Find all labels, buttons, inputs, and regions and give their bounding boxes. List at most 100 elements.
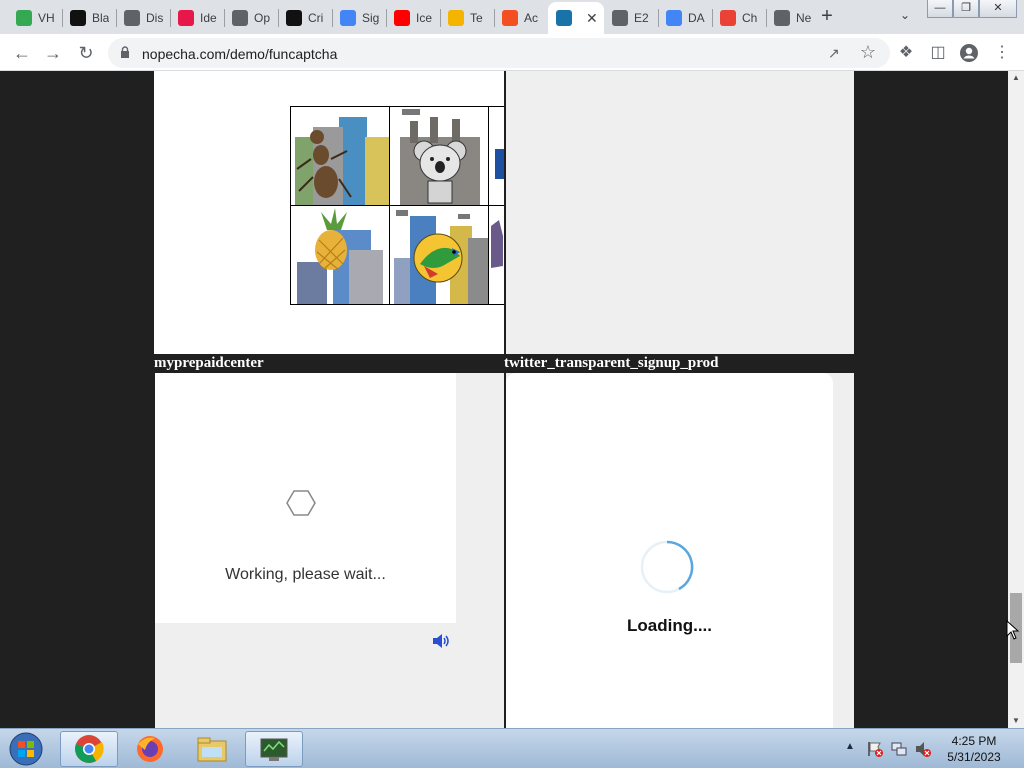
tab-13[interactable]: DA [658, 4, 712, 32]
tab-5[interactable]: Op [224, 4, 278, 32]
captcha-image-grid [290, 106, 504, 306]
ide-icon [178, 10, 194, 26]
url-text[interactable]: nopecha.com/demo/funcaptcha [142, 46, 337, 62]
chromium-icon [774, 10, 790, 26]
robot-icon [556, 10, 572, 26]
windows-start-button[interactable] [4, 731, 48, 767]
youtube-icon [394, 10, 410, 26]
google-icon [340, 10, 356, 26]
loading-box: Loading.... [506, 373, 833, 728]
new-tab-button[interactable]: + [816, 6, 838, 28]
medium-icon [286, 10, 302, 26]
side-panel-icon[interactable]: ◫ [928, 43, 948, 63]
tab-2[interactable]: Bla [62, 4, 116, 32]
tab-title: Bla [92, 11, 110, 25]
scroll-up-arrow-icon[interactable]: ▲ [1008, 73, 1024, 83]
tab-title: DA [688, 11, 705, 25]
reload-button[interactable]: ↻ [74, 41, 98, 65]
panel-label-myprepaidcenter: myprepaidcenter [154, 355, 264, 371]
tab-title: Te [470, 11, 483, 25]
tab-12[interactable]: E2 [604, 4, 658, 32]
working-status-text: Working, please wait... [225, 566, 386, 583]
taskbar-firefox[interactable] [121, 731, 179, 767]
hand-icon [448, 10, 464, 26]
tab-search-chevron-icon[interactable]: ⌄ [896, 8, 914, 26]
tab-10[interactable]: Ac [494, 4, 548, 32]
rainbow-icon [720, 10, 736, 26]
tab-title: Ice [416, 11, 433, 25]
captcha-cell-parrot[interactable] [389, 205, 489, 305]
taskbar-file-explorer[interactable] [183, 731, 241, 767]
back-button[interactable]: ← [10, 41, 34, 65]
action-center-flag-icon[interactable] [866, 740, 884, 758]
forward-button[interactable]: → [41, 41, 65, 65]
browser-toolbar: ← → ↻ nopecha.com/demo/funcaptcha ↗ ☆ ❖ … [0, 34, 1024, 71]
profile-avatar-icon[interactable] [959, 43, 979, 63]
firefox-icon [137, 736, 163, 762]
tab-title: Dis [146, 11, 164, 25]
tab-close-icon[interactable]: ✕ [586, 10, 598, 27]
mouse-cursor-icon [1006, 620, 1020, 640]
captcha-panel-myprepaidcenter [154, 71, 504, 354]
tab-title: Ide [200, 11, 217, 25]
clock-date[interactable]: 5/31/2023 [930, 750, 1018, 764]
menu-kebab-icon[interactable]: ⋮ [992, 43, 1012, 63]
loading-status-text: Loading.... [627, 616, 712, 635]
tab-8[interactable]: Ice [386, 4, 440, 32]
taskbar-monitor-app[interactable] [245, 731, 303, 767]
captcha-cell-partial[interactable] [488, 106, 504, 206]
tab-1[interactable]: VH [8, 4, 62, 32]
tab-title: Ne [796, 11, 812, 25]
windows-taskbar: ▲ 4:25 PM 5/31/2023 [0, 728, 1024, 768]
scroll-down-arrow-icon[interactable]: ▼ [1008, 716, 1024, 726]
minimize-button[interactable]: — [927, 0, 953, 18]
loading-spinner-icon [640, 540, 694, 594]
globe-icon [124, 10, 140, 26]
working-panel: Working, please wait... [155, 373, 504, 728]
tab-title: Ac [524, 11, 539, 25]
captcha-panel-twitter [506, 71, 854, 354]
tab-strip: VH Bla Dis Ide Op Cri Sig Ice Te Ac ✕ E2 DA Ch Ne + ⌄ … [0, 0, 1024, 34]
captcha-cell-koala[interactable] [389, 106, 489, 206]
close-window-button[interactable]: ✕ [979, 0, 1017, 18]
file-explorer-icon [197, 737, 227, 762]
tab-15[interactable]: Ne [766, 4, 820, 32]
audio-speaker-icon[interactable] [431, 633, 451, 649]
clock-time[interactable]: 4:25 PM [930, 734, 1018, 748]
tab-title: Ch [742, 11, 758, 25]
tray-expand-arrow-icon[interactable]: ▲ [845, 741, 855, 752]
extensions-puzzle-icon[interactable]: ❖ [896, 43, 916, 63]
address-bar[interactable]: nopecha.com/demo/funcaptcha ↗ ☆ [108, 38, 890, 68]
captcha-cell-ant[interactable] [290, 106, 390, 206]
demo-content: myprepaidcenter twitter_transparent_sign… [154, 71, 854, 728]
tab-7[interactable]: Sig [332, 4, 386, 32]
taskbar-chrome[interactable] [60, 731, 118, 767]
globe-icon [612, 10, 628, 26]
captcha-cell-pineapple[interactable] [290, 205, 390, 305]
working-box: Working, please wait... [155, 373, 456, 623]
tab-title: Op [254, 11, 271, 25]
tab-6[interactable]: Cri [278, 4, 332, 32]
page-viewport[interactable]: myprepaidcenter twitter_transparent_sign… [0, 71, 1008, 728]
lock-icon[interactable] [120, 46, 130, 58]
network-icon[interactable] [890, 740, 908, 758]
ddd-icon [70, 10, 86, 26]
share-icon[interactable]: ↗ [828, 45, 844, 61]
play-store-icon [16, 10, 32, 26]
panel-label-twitter: twitter_transparent_signup_prod [504, 355, 719, 371]
microsoft-icon [502, 10, 518, 26]
monitor-app-icon [260, 738, 288, 761]
chrome-icon [75, 735, 104, 763]
restore-button[interactable]: ❐ [953, 0, 979, 18]
captcha-cell-partial-cat[interactable] [488, 205, 504, 305]
google-icon [666, 10, 682, 26]
tab-14[interactable]: Ch [712, 4, 766, 32]
bookmark-star-icon[interactable]: ☆ [860, 42, 876, 63]
tab-4[interactable]: Ide [170, 4, 224, 32]
tab-3[interactable]: Dis [116, 4, 170, 32]
tab-9[interactable]: Te [440, 4, 494, 32]
tab-title: Sig [362, 11, 380, 25]
globe-icon [232, 10, 248, 26]
tab-11[interactable]: ✕ [548, 2, 604, 34]
hexagon-spinner-icon [286, 490, 316, 516]
